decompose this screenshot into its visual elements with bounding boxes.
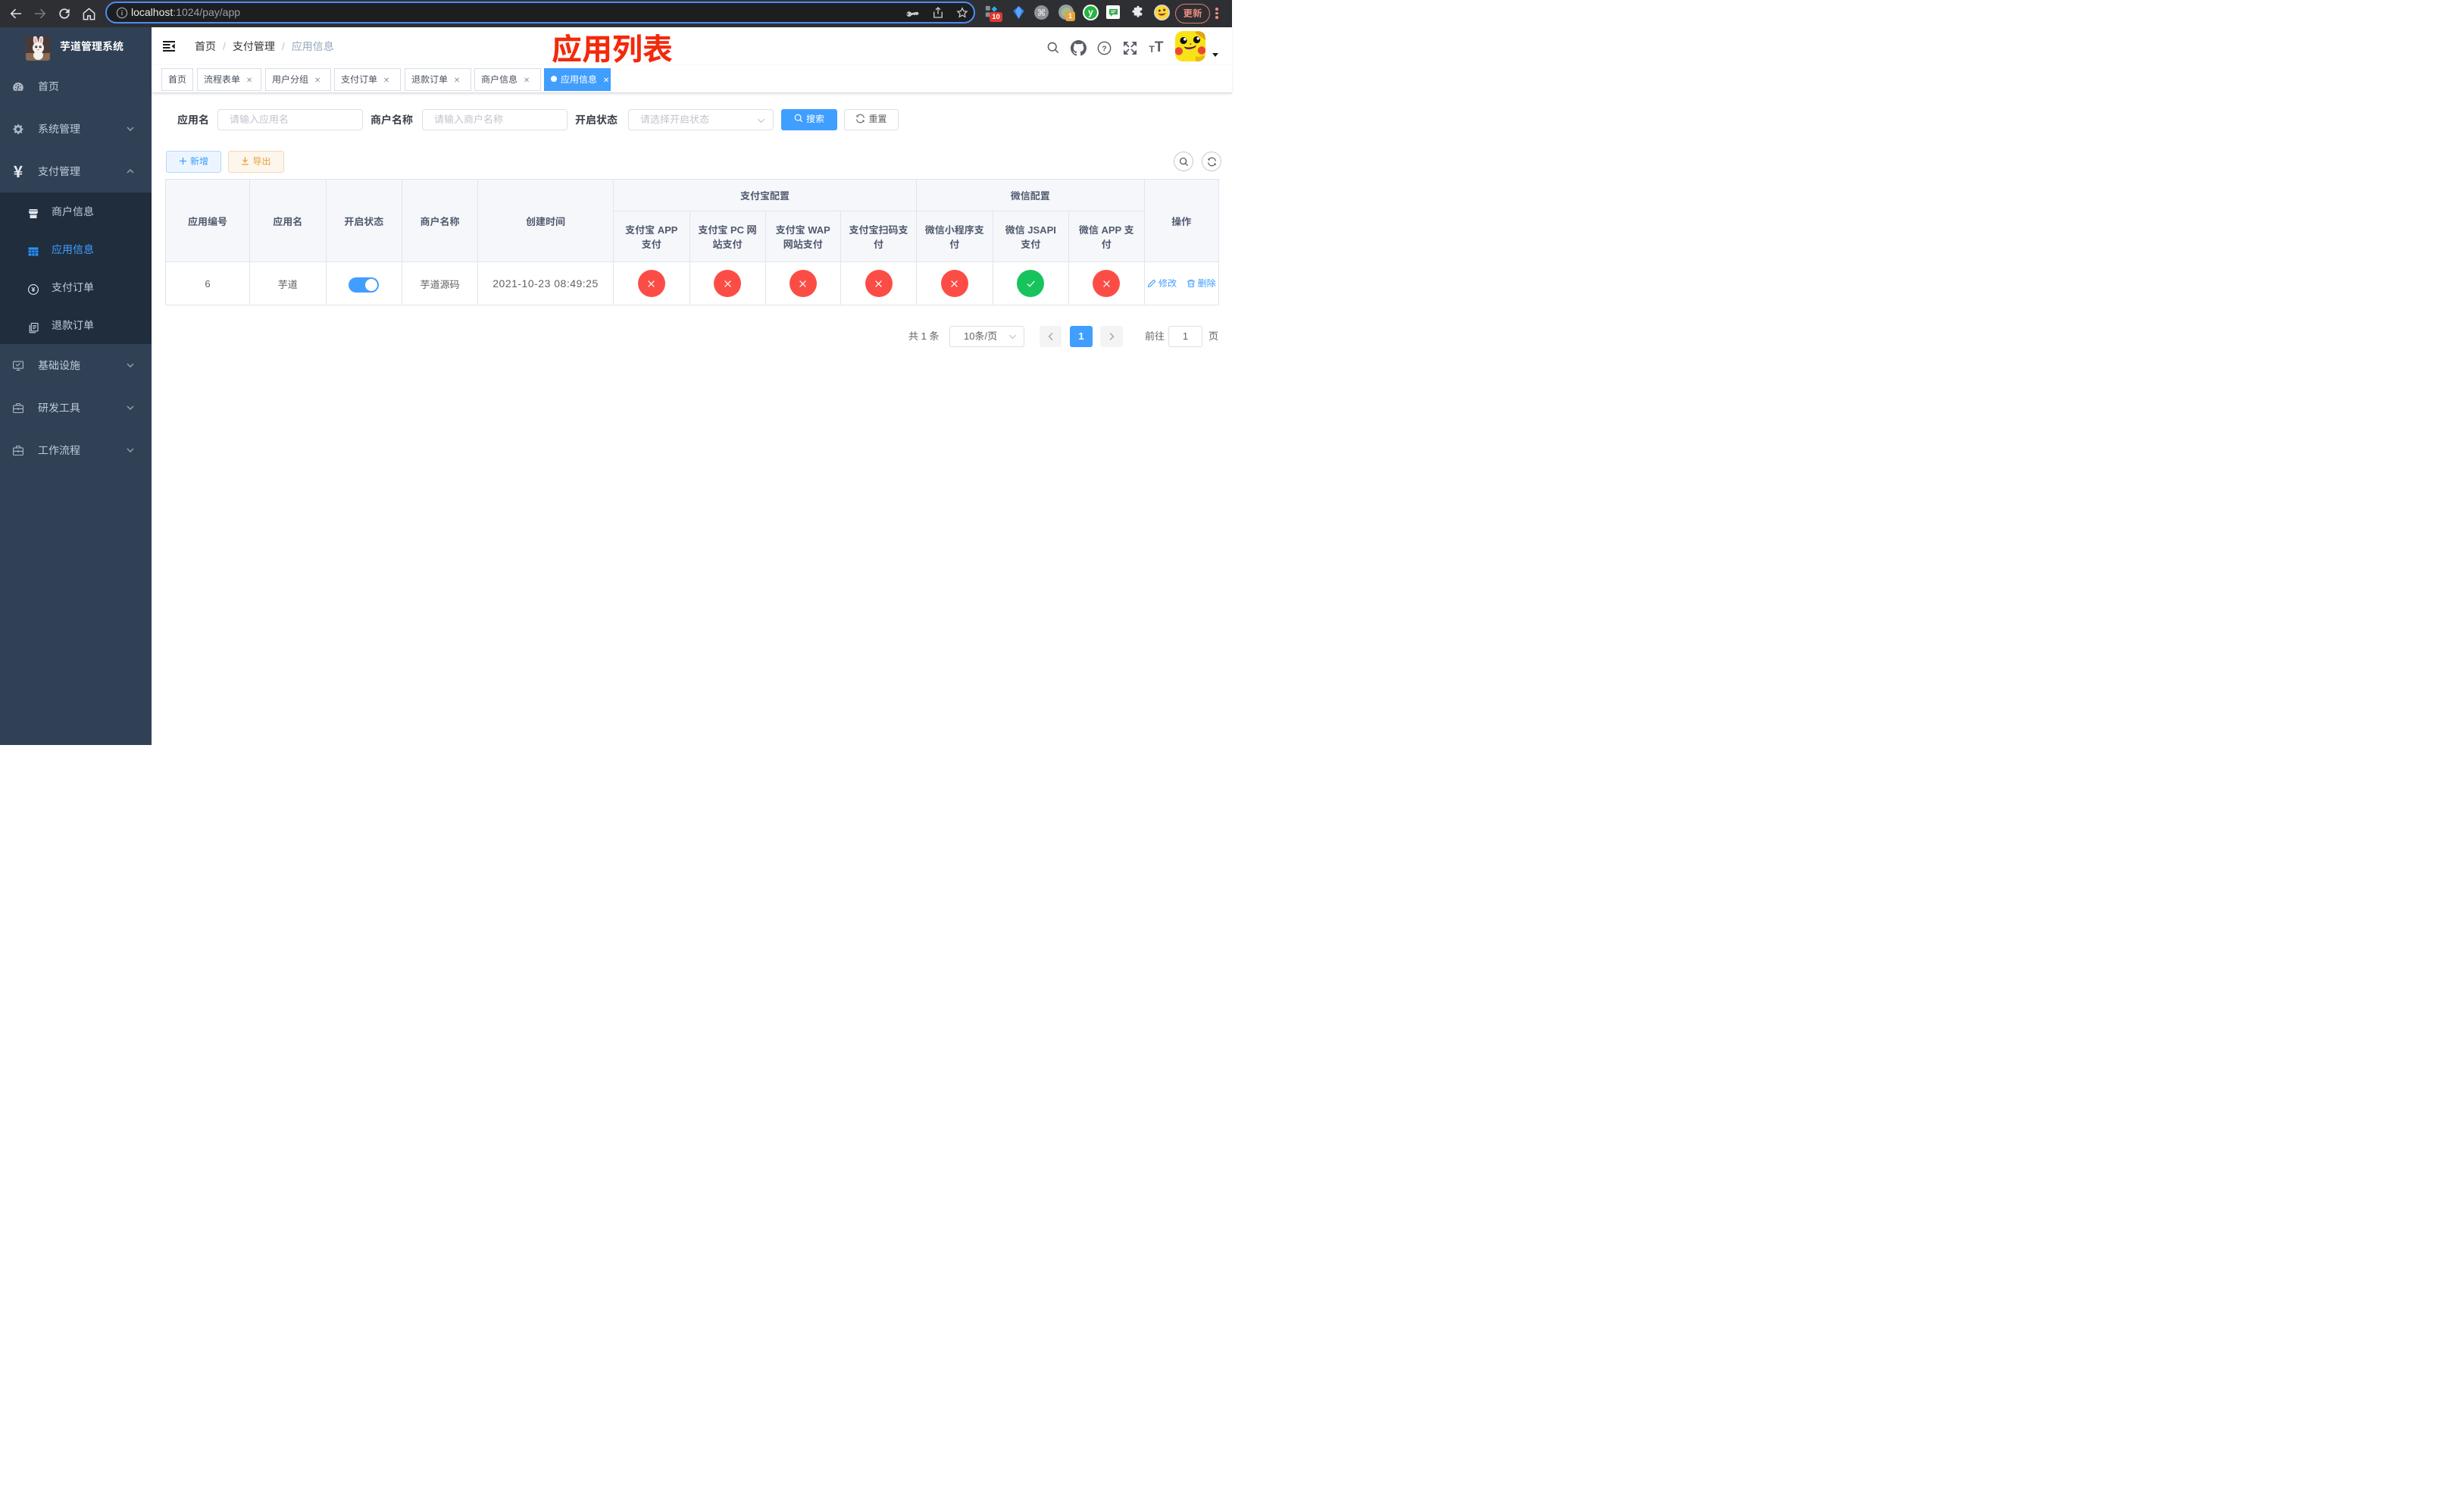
svg-text:?: ? bbox=[1102, 45, 1106, 53]
svg-text:¥: ¥ bbox=[32, 285, 36, 294]
